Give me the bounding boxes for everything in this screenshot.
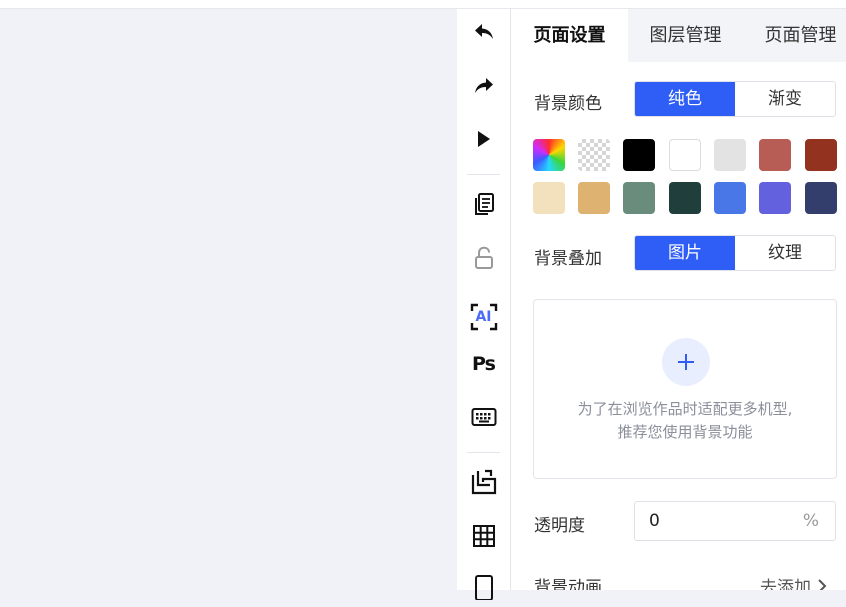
preview-button[interactable] [457, 119, 510, 159]
transparent-swatch[interactable] [578, 139, 610, 171]
toolbar-divider [467, 174, 500, 175]
phone-icon [474, 575, 493, 600]
color-swatch[interactable] [714, 182, 746, 214]
vertical-toolbar: AI Ps [457, 9, 510, 600]
toolbar-divider [467, 452, 500, 453]
tab-page-settings[interactable]: 页面设置 [511, 9, 628, 62]
color-swatch[interactable] [669, 139, 701, 171]
grid-button[interactable] [457, 516, 510, 556]
color-picker-swatch[interactable] [533, 139, 565, 171]
background-overlay-label: 背景叠加 [534, 249, 602, 269]
panel-tabs: 页面设置 图层管理 页面管理 [511, 9, 846, 62]
upload-hint-line-1: 为了在浏览作品时适配更多机型, [577, 400, 793, 418]
copy-page-button[interactable] [457, 184, 510, 224]
color-swatch[interactable] [714, 139, 746, 171]
color-swatch[interactable] [759, 182, 791, 214]
crop-icon [471, 469, 496, 495]
color-swatch[interactable] [805, 139, 837, 171]
color-swatch[interactable] [669, 182, 701, 214]
background-image-upload[interactable]: 为了在浏览作品时适配更多机型, 推荐您使用背景功能 [533, 299, 837, 479]
color-swatch[interactable] [805, 182, 837, 214]
grid-icon [472, 525, 495, 547]
color-swatch[interactable] [578, 182, 610, 214]
undo-button[interactable] [457, 12, 510, 52]
play-icon [477, 131, 490, 147]
ps-tool-button[interactable]: Ps [457, 344, 510, 384]
ps-icon: Ps [472, 353, 496, 375]
undo-icon [474, 24, 493, 39]
background-color-toggle: 纯色 渐变 [634, 81, 836, 117]
keyboard-button[interactable] [457, 397, 510, 437]
gradient-option[interactable]: 渐变 [735, 82, 835, 116]
add-image-button[interactable] [662, 338, 710, 386]
tab-page-management[interactable]: 页面管理 [743, 9, 846, 62]
opacity-unit: % [802, 511, 819, 531]
image-option[interactable]: 图片 [635, 236, 735, 270]
unlock-icon [474, 246, 493, 269]
texture-option[interactable]: 纹理 [735, 236, 835, 270]
color-swatch[interactable] [533, 182, 565, 214]
add-animation-label: 去添加 [760, 578, 811, 590]
keyboard-icon [471, 408, 496, 426]
upload-hint-line-2: 推荐您使用背景功能 [617, 423, 753, 441]
crop-button[interactable] [457, 462, 510, 502]
color-swatch[interactable] [759, 139, 791, 171]
plus-icon [678, 354, 694, 370]
editor-canvas[interactable] [0, 9, 457, 590]
background-color-label: 背景颜色 [534, 94, 602, 114]
background-overlay-toggle: 图片 纹理 [634, 235, 836, 271]
solid-color-option[interactable]: 纯色 [635, 82, 735, 116]
ai-tool-button[interactable]: AI [457, 297, 510, 337]
redo-icon [474, 78, 493, 93]
opacity-label: 透明度 [534, 516, 585, 536]
color-swatch[interactable] [623, 182, 655, 214]
chevron-right-icon [818, 578, 827, 590]
redo-button[interactable] [457, 66, 510, 106]
tab-layer-management[interactable]: 图层管理 [628, 9, 743, 62]
color-swatch[interactable] [623, 139, 655, 171]
opacity-field: % [634, 501, 836, 541]
add-animation-link[interactable]: 去添加 [760, 573, 829, 590]
background-animation-label: 背景动画 [534, 578, 602, 590]
opacity-input[interactable] [649, 502, 789, 540]
lock-button[interactable] [457, 238, 510, 278]
top-bar [0, 0, 846, 9]
phone-preview-button[interactable] [457, 567, 510, 607]
ai-label: AI [475, 309, 492, 325]
settings-panel: 页面设置 图层管理 页面管理 背景颜色 纯色 渐变 背景叠加 图片 纹理 为了在… [510, 9, 846, 590]
copy-icon [474, 193, 494, 215]
